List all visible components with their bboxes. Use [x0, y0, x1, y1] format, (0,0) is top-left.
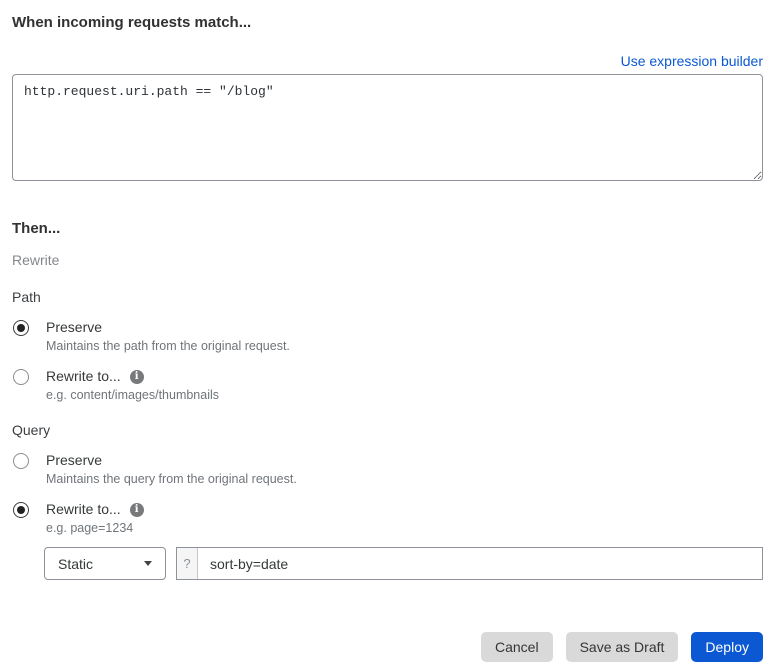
query-rewrite-texts: Rewrite to... i e.g. page=1234 — [46, 502, 144, 535]
query-rewrite-radio[interactable] — [13, 502, 29, 518]
info-icon[interactable]: i — [129, 502, 144, 517]
query-rewrite-example: e.g. page=1234 — [46, 521, 134, 535]
query-rewrite-controls: Static ? — [44, 547, 763, 580]
path-rewrite-radio[interactable] — [13, 369, 29, 385]
path-rewrite-label-line: Rewrite to... i — [46, 369, 219, 384]
match-section-title: When incoming requests match... — [12, 14, 252, 31]
info-icon[interactable]: i — [129, 369, 144, 384]
cancel-button[interactable]: Cancel — [480, 632, 553, 662]
path-rewrite-option: Rewrite to... i e.g. content/images/thum… — [12, 369, 763, 402]
chevron-down-icon — [144, 561, 152, 566]
action-label: Rewrite — [12, 252, 60, 268]
expression-editor-textarea[interactable]: http.request.uri.path == "/blog" — [12, 74, 763, 181]
value-type-selected: Static — [58, 555, 94, 572]
path-preserve-texts: Preserve Maintains the path from the ori… — [46, 320, 290, 354]
save-as-draft-button[interactable]: Save as Draft — [565, 632, 679, 662]
builder-link-row: Use expression builder — [12, 54, 763, 69]
query-group-label: Query — [12, 422, 51, 438]
query-preserve-texts: Preserve Maintains the query from the or… — [46, 453, 297, 487]
path-preserve-label[interactable]: Preserve — [46, 320, 290, 335]
rule-editor: When incoming requests match... Use expr… — [0, 0, 778, 671]
path-rewrite-label[interactable]: Rewrite to... — [46, 369, 121, 384]
query-preserve-option: Preserve Maintains the query from the or… — [12, 453, 763, 486]
query-rewrite-label-line: Rewrite to... i — [46, 502, 144, 517]
deploy-button[interactable]: Deploy — [691, 632, 763, 662]
path-group-label: Path — [12, 289, 41, 305]
query-preserve-radio[interactable] — [13, 453, 29, 469]
query-prefix-addon: ? — [177, 548, 198, 579]
then-section-title: Then... — [12, 220, 61, 237]
path-rewrite-example: e.g. content/images/thumbnails — [46, 388, 220, 402]
path-preserve-option: Preserve Maintains the path from the ori… — [12, 320, 763, 353]
query-preserve-label[interactable]: Preserve — [46, 453, 297, 468]
query-rewrite-option: Rewrite to... i e.g. page=1234 — [12, 502, 763, 535]
use-expression-builder-link[interactable]: Use expression builder — [621, 53, 763, 69]
query-value-input[interactable] — [198, 548, 762, 579]
path-rewrite-texts: Rewrite to... i e.g. content/images/thum… — [46, 369, 220, 403]
path-preserve-description: Maintains the path from the original req… — [46, 339, 290, 353]
query-rewrite-label[interactable]: Rewrite to... — [46, 502, 121, 517]
query-value-group: ? — [176, 547, 763, 580]
path-preserve-radio[interactable] — [13, 320, 29, 336]
value-type-select[interactable]: Static — [44, 547, 166, 580]
footer-actions: Cancel Save as Draft Deploy — [12, 632, 763, 662]
query-preserve-description: Maintains the query from the original re… — [46, 472, 297, 486]
